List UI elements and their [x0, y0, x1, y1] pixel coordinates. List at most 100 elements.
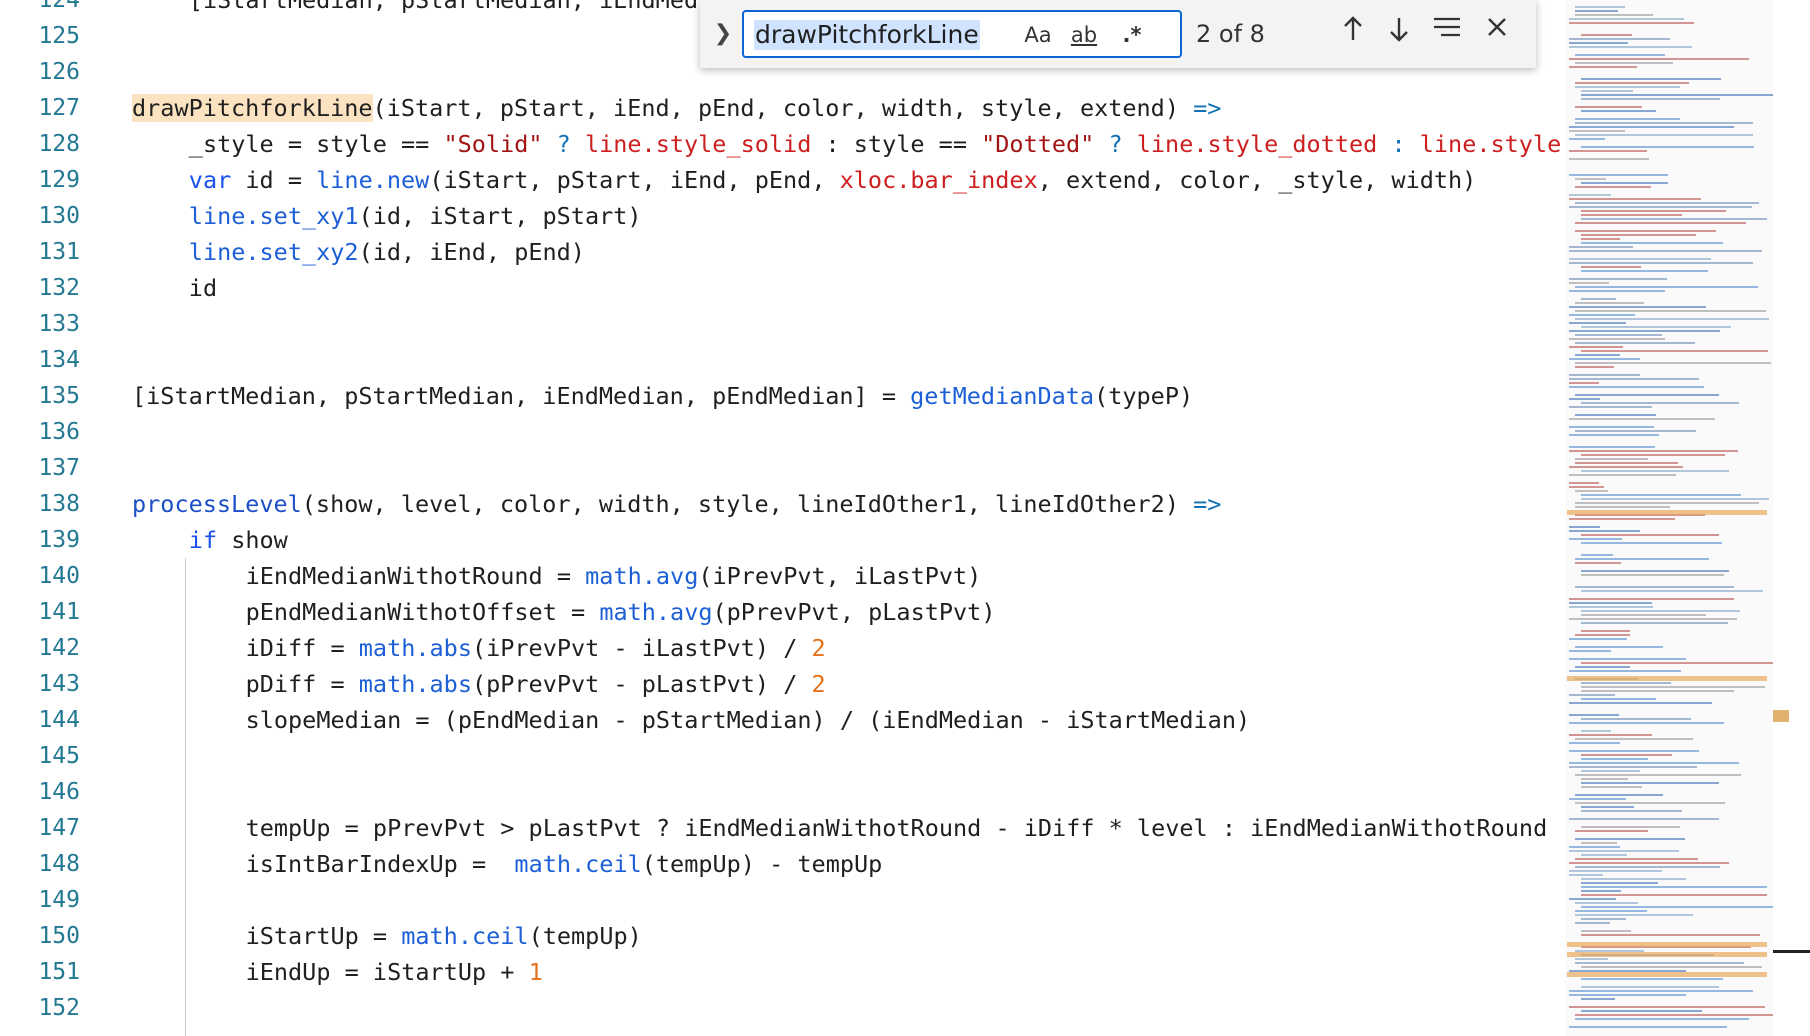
code-line[interactable]: 134	[0, 342, 1565, 378]
code-line[interactable]: 138 processLevel(show, level, color, widt…	[0, 486, 1565, 522]
minimap-line	[1575, 106, 1642, 108]
code-line[interactable]: 145	[0, 738, 1565, 774]
code-token: ?	[1094, 130, 1137, 158]
code-line[interactable]: 151 iEndUp = iStartUp + 1	[0, 954, 1565, 990]
code-token: isIntBarIndexUp =	[245, 850, 515, 878]
code-line[interactable]: 137	[0, 450, 1565, 486]
code-token: [iStartMedian, pStartMedian, iEndMed	[188, 0, 699, 14]
code-text: iDiff = math.abs(iPrevPvt - iLastPvt) / …	[246, 630, 826, 666]
code-token: "Dotted"	[981, 130, 1095, 158]
code-line[interactable]: 150 iStartUp = math.ceil(tempUp)	[0, 918, 1565, 954]
code-text: _style = style == "Solid" ? line.style_s…	[189, 126, 1561, 162]
close-find-button[interactable]	[1480, 16, 1514, 52]
code-token: id	[188, 274, 218, 302]
code-token: (tempUp) - tempUp	[641, 850, 883, 878]
minimap-line	[1575, 634, 1631, 636]
code-line[interactable]: 146	[0, 774, 1565, 810]
code-line[interactable]: 142 iDiff = math.abs(iPrevPvt - iLastPvt)…	[0, 630, 1565, 666]
code-line[interactable]: 147 tempUp = pPrevPvt > pLastPvt ? iEndMe…	[0, 810, 1565, 846]
code-line[interactable]: 139 if show	[0, 522, 1565, 558]
code-line[interactable]: 148 isIntBarIndexUp = math.ceil(tempUp) -…	[0, 846, 1565, 882]
minimap-line	[1575, 86, 1680, 88]
minimap-line	[1575, 558, 1709, 560]
match-case-button[interactable]: Aa	[1018, 20, 1058, 50]
search-match-highlight: drawPitchforkLine	[132, 94, 373, 122]
code-line[interactable]: 127 drawPitchforkLine(iStart, pStart, iEn…	[0, 90, 1565, 126]
minimap-line	[1569, 434, 1659, 436]
minimap-line	[1581, 810, 1683, 812]
code-line[interactable]: 141 pEndMedianWithotOffset = math.avg(pPr…	[0, 594, 1565, 630]
previous-match-button[interactable]	[1336, 16, 1370, 52]
code-line[interactable]: 152	[0, 990, 1565, 1026]
line-number: 147	[38, 815, 80, 841]
minimap-line	[1575, 430, 1696, 432]
chevron-right-icon[interactable]: ❯	[710, 16, 736, 52]
next-match-button[interactable]	[1382, 16, 1416, 52]
minimap-line	[1575, 342, 1695, 344]
code-line[interactable]: 132 id	[0, 270, 1565, 306]
code-editor[interactable]: 124 [iStartMedian, pStartMedian, iEndMed 1…	[0, 0, 1565, 1036]
code-line[interactable]: 140 iEndMedianWithotRound = math.avg(iPre…	[0, 558, 1565, 594]
minimap-line	[1581, 878, 1687, 880]
code-line[interactable]: 130 line.set_xy1(id, iStart, pStart)	[0, 198, 1565, 234]
minimap-match-marker	[1567, 952, 1767, 957]
minimap-line	[1581, 778, 1628, 780]
code-token: , extend, color, _style, width)	[1037, 166, 1477, 194]
minimap-line	[1581, 894, 1767, 896]
minimap-line	[1569, 750, 1700, 752]
line-number: 139	[38, 527, 80, 553]
code-line[interactable]: 129 var id = line.new(iStart, pStart, iEn…	[0, 162, 1565, 198]
vertical-scrollbar[interactable]	[1773, 0, 1810, 1036]
arrow-up-icon	[1344, 16, 1362, 40]
line-number: 143	[38, 671, 80, 697]
minimap-line	[1581, 182, 1669, 184]
minimap-line	[1575, 802, 1726, 804]
minimap-line	[1569, 990, 1754, 992]
minimap-line	[1569, 126, 1734, 128]
code-line[interactable]: 144 slopeMedian = (pEndMedian - pStartMed…	[0, 702, 1565, 738]
close-icon	[1488, 18, 1506, 36]
minimap[interactable]	[1565, 0, 1773, 1036]
code-line[interactable]: 133	[0, 306, 1565, 342]
minimap-line	[1581, 110, 1657, 112]
minimap-match-marker	[1567, 676, 1767, 681]
minimap-line	[1575, 414, 1656, 416]
minimap-line	[1569, 258, 1711, 260]
code-line[interactable]: 149	[0, 882, 1565, 918]
code-line[interactable]: 131 line.set_xy2(id, iEnd, pEnd)	[0, 234, 1565, 270]
code-token: (iStart, pStart, iEnd, pEnd,	[429, 166, 840, 194]
minimap-line	[1581, 682, 1672, 684]
minimap-line	[1575, 230, 1716, 232]
minimap-line	[1569, 46, 1692, 48]
minimap-line	[1581, 978, 1723, 980]
minimap-line	[1581, 690, 1735, 692]
minimap-line	[1581, 770, 1640, 772]
code-line[interactable]: 136	[0, 414, 1565, 450]
minimap-line	[1581, 730, 1612, 732]
whole-word-button[interactable]: ab	[1064, 20, 1104, 50]
minimap-line	[1575, 334, 1663, 336]
minimap-line	[1569, 206, 1752, 208]
minimap-match-marker	[1567, 972, 1767, 977]
minimap-line	[1575, 922, 1610, 924]
code-line[interactable]: 143 pDiff = math.abs(pPrevPvt - pLastPvt)…	[0, 666, 1565, 702]
line-number: 146	[38, 779, 80, 805]
code-line[interactable]: 128 _style = style == "Solid" ? line.styl…	[0, 126, 1565, 162]
minimap-line	[1569, 818, 1719, 820]
minimap-line	[1581, 986, 1719, 988]
minimap-line	[1569, 306, 1706, 308]
regex-button[interactable]: .*	[1112, 20, 1152, 50]
minimap-line	[1581, 266, 1642, 268]
minimap-line	[1581, 534, 1719, 536]
code-text: [iStartMedian, pStartMedian, iEndMed	[189, 0, 698, 18]
minimap-line	[1569, 742, 1621, 744]
minimap-line	[1575, 310, 1766, 312]
find-input[interactable]: drawPitchforkLine Aa ab .*	[742, 10, 1182, 58]
code-token: =>	[1193, 94, 1222, 122]
code-line[interactable]: 135 [iStartMedian, pStartMedian, iEndMedi…	[0, 378, 1565, 414]
find-in-selection-button[interactable]	[1430, 16, 1464, 52]
code-text: processLevel(show, level, color, width, …	[132, 486, 1221, 522]
minimap-line	[1569, 618, 1737, 620]
minimap-line	[1569, 358, 1641, 360]
minimap-line	[1575, 774, 1742, 776]
